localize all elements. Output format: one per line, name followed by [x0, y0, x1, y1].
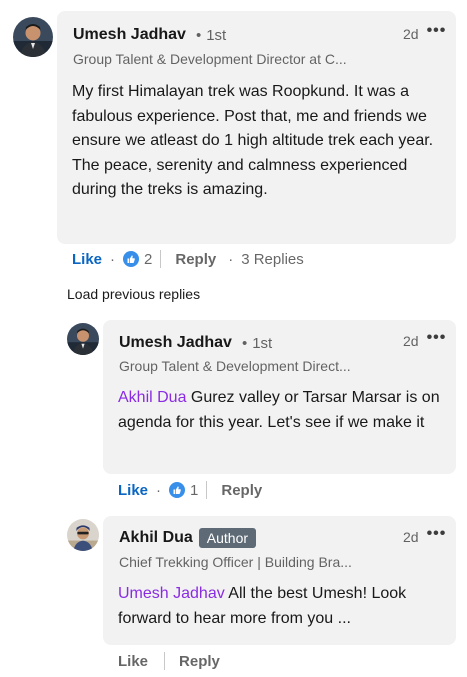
like-reaction-icon[interactable]: [123, 251, 140, 267]
comment-text: My first Himalayan trek was Roopkund. It…: [72, 83, 434, 199]
comment-bubble: Umesh Jadhav • 1st Group Talent & Develop…: [57, 11, 456, 244]
author-name[interactable]: Umesh Jadhav: [119, 334, 232, 352]
reply-actions: Like · 1 Reply: [118, 481, 262, 499]
separator-dot: ·: [228, 250, 234, 268]
comment-meta: 2d •••: [403, 329, 447, 350]
reply-author-line: Umesh Jadhav • 1st: [119, 334, 272, 352]
connection-degree: • 1st: [241, 334, 273, 352]
comment-meta: 2d •••: [403, 525, 447, 546]
reply-button[interactable]: Reply: [179, 653, 220, 670]
divider: [206, 481, 208, 499]
like-reaction-icon[interactable]: [169, 482, 186, 498]
author-name[interactable]: Umesh Jadhav: [73, 26, 186, 44]
avatar-akhil-dua[interactable]: [67, 519, 99, 551]
divider: [160, 250, 162, 268]
mention-link[interactable]: Akhil Dua: [118, 389, 186, 406]
author-headline: Group Talent & Development Director at C…: [73, 51, 347, 67]
separator-dot: ·: [156, 481, 162, 499]
connection-degree: • 1st: [195, 26, 227, 44]
reply-author-line: Akhil Dua Author: [119, 528, 257, 548]
author-name[interactable]: Akhil Dua: [119, 529, 193, 547]
reply-text: Umesh Jadhav All the best Umesh! Look fo…: [118, 582, 448, 631]
replies-count-link[interactable]: 3 Replies: [241, 251, 304, 268]
avatar-umesh-jadhav[interactable]: [67, 323, 99, 355]
reaction-count[interactable]: 1: [190, 482, 198, 499]
like-button[interactable]: Like: [72, 251, 102, 268]
avatar-umesh-image: [13, 17, 53, 57]
like-button[interactable]: Like: [118, 653, 148, 670]
avatar-umesh-jadhav[interactable]: [13, 17, 53, 57]
divider: [164, 652, 166, 670]
author-headline: Group Talent & Development Direct...: [119, 358, 351, 374]
reaction-count[interactable]: 2: [144, 251, 152, 268]
reply-bubble: Umesh Jadhav • 1st Group Talent & Develop…: [103, 320, 456, 474]
mention-link[interactable]: Umesh Jadhav: [118, 585, 225, 602]
reply-text: Akhil Dua Gurez valley or Tarsar Marsar …: [118, 386, 448, 435]
avatar-umesh-image: [67, 323, 99, 355]
comment-author-line: Umesh Jadhav • 1st: [73, 26, 226, 44]
comment-meta: 2d •••: [403, 22, 447, 43]
comment-timestamp: 2d: [403, 333, 419, 349]
comment-timestamp: 2d: [403, 26, 419, 42]
separator-dot: ·: [110, 250, 116, 268]
author-headline: Chief Trekking Officer | Building Bra...: [119, 554, 352, 570]
comment-timestamp: 2d: [403, 529, 419, 545]
reply-actions: Like Reply: [118, 652, 220, 670]
avatar-akhil-image: [67, 519, 99, 551]
reply-button[interactable]: Reply: [175, 251, 216, 268]
author-badge: Author: [198, 528, 257, 548]
reply-bubble: Akhil Dua Author Chief Trekking Officer …: [103, 516, 456, 645]
like-button[interactable]: Like: [118, 482, 148, 499]
comment-actions: Like · 2 Reply · 3 Replies: [72, 250, 304, 268]
more-options-icon[interactable]: •••: [427, 329, 447, 347]
more-options-icon[interactable]: •••: [427, 22, 447, 40]
reply-button[interactable]: Reply: [221, 482, 262, 499]
load-previous-replies-link[interactable]: Load previous replies: [67, 286, 200, 302]
more-options-icon[interactable]: •••: [427, 525, 447, 543]
